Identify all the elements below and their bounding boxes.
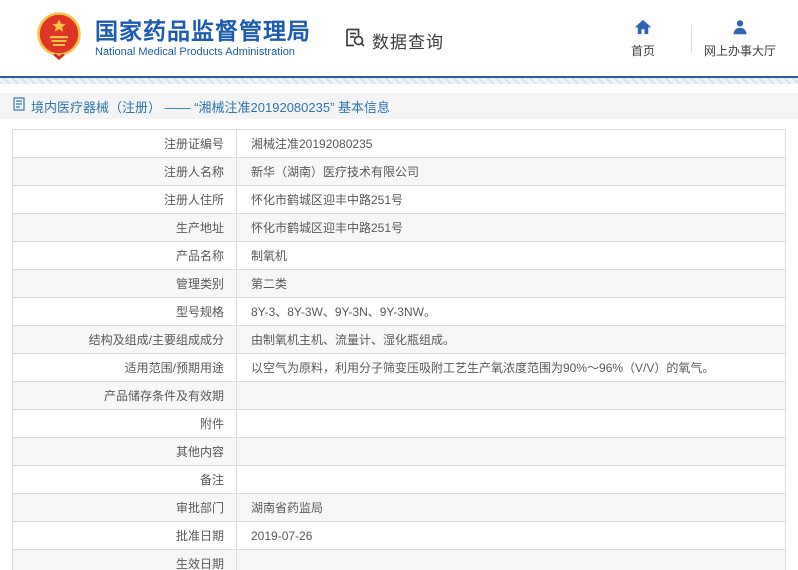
site-header: 国家药品监督管理局 National Medical Products Admi… xyxy=(0,0,798,76)
row-value: 湘械注准20192080235 xyxy=(251,137,373,151)
row-value: 以空气为原料，利用分子筛变压吸附工艺生产氧浓度范围为90%～96%（V/V）的氧… xyxy=(251,361,715,375)
page-title: 境内医疗器械（注册） —— “湘械注准20192080235” 基本信息 xyxy=(31,99,391,115)
row-value xyxy=(237,438,785,465)
agency-names: 国家药品监督管理局 National Medical Products Admi… xyxy=(95,18,311,58)
row-label: 批准日期 xyxy=(175,529,224,543)
document-icon xyxy=(13,96,25,116)
row-value: 由制氧机主机、流量计、湿化瓶组成。 xyxy=(251,333,456,347)
row-label: 产品名称 xyxy=(175,249,224,263)
row-label: 型号规格 xyxy=(175,305,224,319)
row-label: 注册证编号 xyxy=(163,137,224,151)
row-value: 8Y-3、8Y-3W、9Y-3N、9Y-3NW。 xyxy=(251,305,436,319)
agency-name-en: National Medical Products Administration xyxy=(95,46,295,59)
national-emblem-icon xyxy=(36,10,82,67)
row-label: 备注 xyxy=(199,473,224,487)
table-row: 型号规格 8Y-3、8Y-3W、9Y-3N、9Y-3NW。 xyxy=(13,298,785,326)
row-label: 生产地址 xyxy=(175,221,224,235)
table-row: 生产地址 怀化市鹤城区迎丰中路251号 xyxy=(13,214,785,242)
row-value xyxy=(237,410,785,437)
table-row: 附件 xyxy=(13,410,785,438)
row-label: 附件 xyxy=(199,417,224,431)
table-row: 备注 xyxy=(13,466,785,494)
table-row: 批准日期 2019-07-26 xyxy=(13,522,785,550)
row-value xyxy=(237,382,785,409)
row-label: 结构及组成/主要组成成分 xyxy=(88,333,224,347)
table-row: 产品储存条件及有效期 xyxy=(13,382,785,410)
page-title-bar: 境内医疗器械（注册） —— “湘械注准20192080235” 基本信息 xyxy=(0,93,798,119)
table-row: 产品名称 制氧机 xyxy=(13,242,785,270)
row-label: 生效日期 xyxy=(175,557,224,570)
table-row: 其他内容 xyxy=(13,438,785,466)
row-label: 管理类别 xyxy=(175,277,224,291)
agency-logo-link[interactable]: 国家药品监督管理局 National Medical Products Admi… xyxy=(36,10,311,67)
row-label: 注册人住所 xyxy=(163,193,224,207)
row-label: 审批部门 xyxy=(175,501,224,515)
person-icon xyxy=(732,19,748,38)
row-value xyxy=(237,550,785,570)
document-search-icon xyxy=(343,26,366,54)
table-row: 结构及组成/主要组成成分 由制氧机主机、流量计、湿化瓶组成。 xyxy=(13,326,785,354)
table-row: 生效日期 xyxy=(13,550,785,570)
row-label: 适用范围/预期用途 xyxy=(124,361,224,375)
header-striped-band xyxy=(0,78,798,84)
nav-home-label: 首页 xyxy=(630,44,655,58)
data-query-label: 数据查询 xyxy=(372,32,444,52)
row-value: 湖南省药监局 xyxy=(251,501,324,515)
row-value xyxy=(237,466,785,493)
table-row: 适用范围/预期用途 以空气为原料，利用分子筛变压吸附工艺生产氧浓度范围为90%～… xyxy=(13,354,785,382)
nav-item-home[interactable]: 首页 xyxy=(595,19,691,59)
home-icon xyxy=(634,19,652,38)
registration-info-table: 注册证编号 湘械注准20192080235 注册人名称 新华（湖南）医疗技术有限… xyxy=(12,129,786,570)
table-row: 注册人住所 怀化市鹤城区迎丰中路251号 xyxy=(13,186,785,214)
data-query-section[interactable]: 数据查询 xyxy=(343,26,444,54)
row-value: 怀化市鹤城区迎丰中路251号 xyxy=(251,221,404,235)
table-row: 注册人名称 新华（湖南）医疗技术有限公司 xyxy=(13,158,785,186)
row-value: 第二类 xyxy=(251,277,288,291)
agency-name-cn: 国家药品监督管理局 xyxy=(95,17,311,44)
row-label: 注册人名称 xyxy=(163,165,224,179)
row-label: 产品储存条件及有效期 xyxy=(103,389,224,403)
row-value: 怀化市鹤城区迎丰中路251号 xyxy=(251,193,404,207)
nav-service-hall-label: 网上办事大厅 xyxy=(703,44,776,58)
row-value: 新华（湖南）医疗技术有限公司 xyxy=(251,165,420,179)
row-value: 制氧机 xyxy=(251,249,288,263)
row-label: 其他内容 xyxy=(175,445,224,459)
table-row: 注册证编号 湘械注准20192080235 xyxy=(13,130,785,158)
table-row: 管理类别 第二类 xyxy=(13,270,785,298)
nav-item-service-hall[interactable]: 网上办事大厅 xyxy=(692,19,788,59)
row-value: 2019-07-26 xyxy=(251,528,313,543)
table-row: 审批部门 湖南省药监局 xyxy=(13,494,785,522)
top-nav: 首页 网上办事大厅 xyxy=(595,19,788,59)
